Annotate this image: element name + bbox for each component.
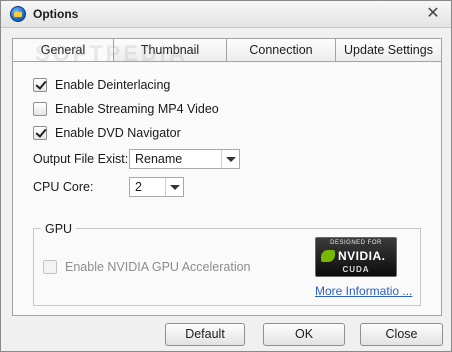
ok-button[interactable]: OK xyxy=(263,323,345,346)
output-file-exist-value: Rename xyxy=(135,152,183,166)
more-information-link[interactable]: More Informatio ... xyxy=(315,284,412,298)
cpu-core-value: 2 xyxy=(135,180,142,194)
badge-name: NVIDIA. xyxy=(338,249,386,263)
nvidia-accel-option[interactable]: Enable NVIDIA GPU Acceleration xyxy=(43,258,251,276)
deinterlacing-option[interactable]: Enable Deinterlacing xyxy=(33,76,170,94)
cpu-core-label: CPU Core: xyxy=(33,180,94,194)
deinterlacing-label: Enable Deinterlacing xyxy=(55,78,171,92)
nvidia-accel-checkbox[interactable] xyxy=(43,260,57,274)
badge-top-text: DESIGNED FOR xyxy=(330,240,382,246)
deinterlacing-checkbox[interactable] xyxy=(33,78,47,92)
nvidia-cuda-badge: DESIGNED FOR NVIDIA. CUDA xyxy=(315,237,397,277)
watermark: SOFTPEDIA xyxy=(35,41,188,66)
default-button[interactable]: Default xyxy=(165,323,245,346)
tab-update-settings[interactable]: Update Settings xyxy=(336,38,442,62)
dvd-navigator-label: Enable DVD Navigator xyxy=(55,126,181,140)
title-bar[interactable]: Options ✕ xyxy=(1,1,451,28)
app-icon xyxy=(10,6,26,22)
window-title: Options xyxy=(33,7,79,21)
nvidia-eye-icon xyxy=(321,250,335,262)
close-button[interactable]: Close xyxy=(360,323,443,346)
badge-bottom-text: CUDA xyxy=(342,265,370,274)
cpu-core-select[interactable]: 2 xyxy=(129,177,184,197)
chevron-down-icon[interactable] xyxy=(165,178,183,196)
options-window: Options ✕ General Thumbnail Connection U… xyxy=(0,0,452,352)
dvd-navigator-option[interactable]: Enable DVD Navigator xyxy=(33,124,181,142)
streaming-mp4-label: Enable Streaming MP4 Video xyxy=(55,102,219,116)
streaming-mp4-option[interactable]: Enable Streaming MP4 Video xyxy=(33,100,219,118)
streaming-mp4-checkbox[interactable] xyxy=(33,102,47,116)
chevron-down-icon[interactable] xyxy=(221,150,239,168)
tab-connection[interactable]: Connection xyxy=(227,38,336,62)
nvidia-accel-label: Enable NVIDIA GPU Acceleration xyxy=(65,260,251,274)
output-file-exist-label: Output File Exist: xyxy=(33,152,129,166)
output-file-exist-select[interactable]: Rename xyxy=(129,149,240,169)
dvd-navigator-checkbox[interactable] xyxy=(33,126,47,140)
gpu-group-title: GPU xyxy=(41,222,77,236)
close-icon[interactable]: ✕ xyxy=(425,5,441,21)
